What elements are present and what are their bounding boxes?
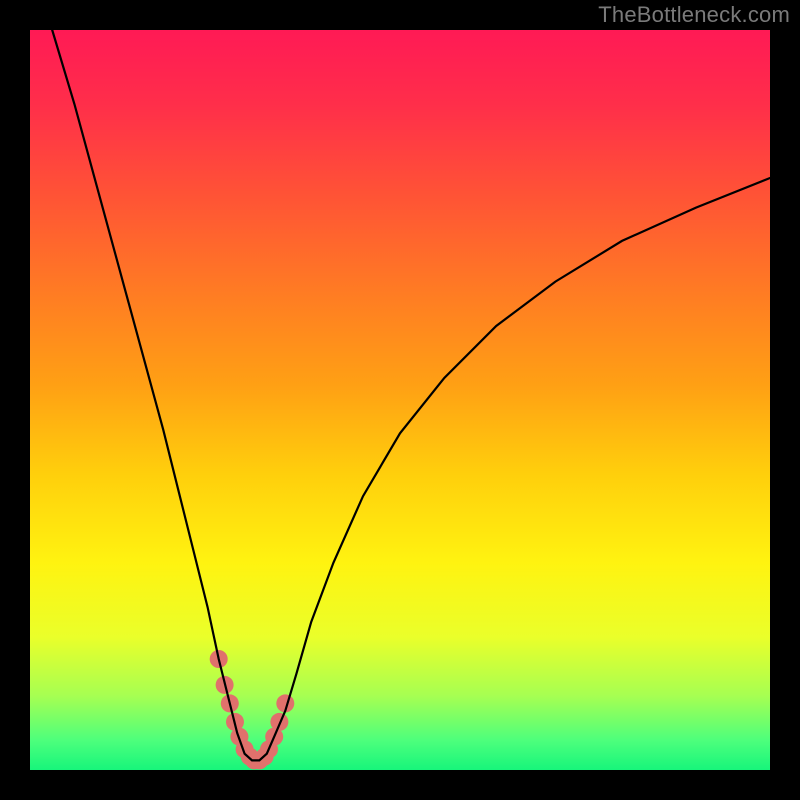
watermark-text: TheBottleneck.com bbox=[598, 2, 790, 28]
outer-frame: TheBottleneck.com bbox=[0, 0, 800, 800]
bottleneck-chart bbox=[0, 0, 800, 800]
plot-background bbox=[30, 30, 770, 770]
